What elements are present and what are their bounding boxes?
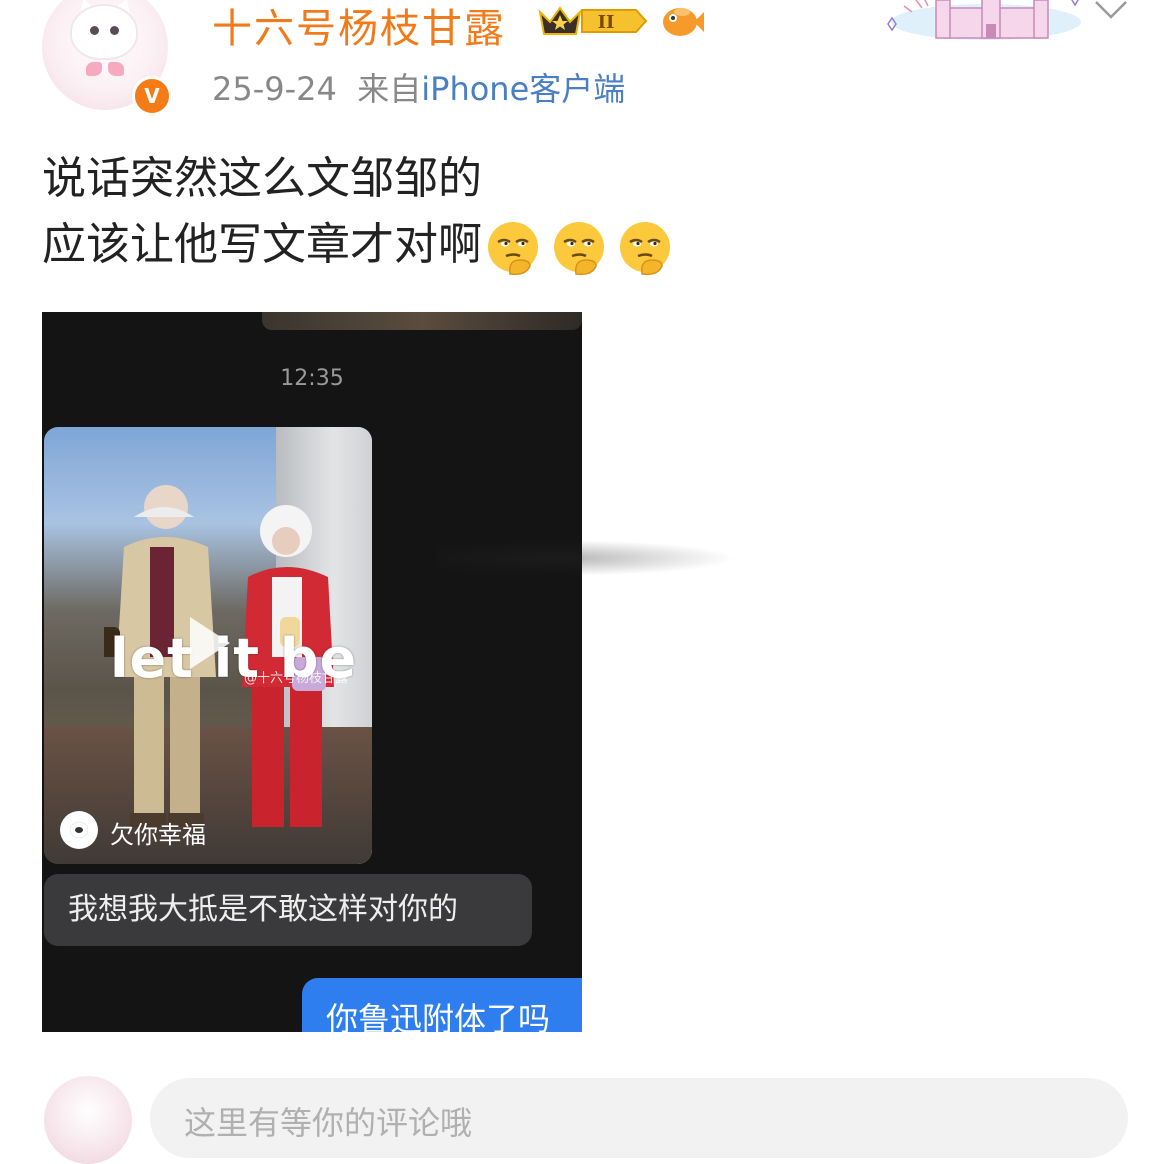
avatar-cat-eye-right [110,26,119,35]
member-level-text: II [598,12,615,33]
post-text-line2: 应该让他写文章才对啊 [42,212,682,280]
chat-timestamp: 12:35 [280,366,344,391]
channel-avatar-icon [60,811,98,849]
emoji-group [484,214,682,280]
post-text-line2-text: 应该让他写文章才对啊 [42,219,482,270]
video-watermark: @十六号杨枝甘露 [244,671,349,686]
thinking-face-icon [488,222,538,276]
post-date: 25-9-24 [212,70,337,108]
post-body: 说话突然这么文邹邹的 应该让他写文章才对啊 [42,146,682,280]
avatar-bow [86,60,124,80]
chevron-down-icon[interactable] [1094,0,1128,26]
author-name[interactable]: 十六号杨枝甘露 [212,0,506,54]
channel-name: 欠你幸福 [110,821,206,849]
chat-bubble-outgoing: 你鲁迅附体了吗 [302,978,582,1032]
avatar-cat-eye-left [90,26,99,35]
thinking-face-icon [554,222,604,276]
post-meta: 25-9-24 来自iPhone客户端 [212,64,625,110]
post-source-prefix: 来自 [357,70,422,108]
verified-badge-icon: V [132,76,172,116]
chat-bubble-incoming: 我想我大抵是不敢这样对你的 [44,874,532,946]
fish-badge-icon[interactable] [660,2,704,40]
commenter-avatar [44,1076,132,1164]
video-card[interactable]: let it be @十六号杨枝甘露 欠你幸福 [44,427,372,864]
post-image[interactable]: 12:35 let it be @十六号杨枝甘露 欠你幸福 我想我大抵是不敢这样… [42,312,582,1032]
castle-decoration-icon [887,0,1081,40]
comment-input[interactable]: 这里有等你的评论哦 [150,1078,1128,1158]
play-icon[interactable] [190,617,230,669]
post-source-device[interactable]: iPhone客户端 [421,70,625,108]
image-top-strip [262,312,582,330]
image-edge-blur [436,540,736,576]
post-text-line1: 说话突然这么文邹邹的 [42,153,482,204]
avatar-cat-face [72,6,136,58]
member-crown-badge-icon[interactable]: II [536,2,648,40]
thinking-face-icon [620,222,670,276]
